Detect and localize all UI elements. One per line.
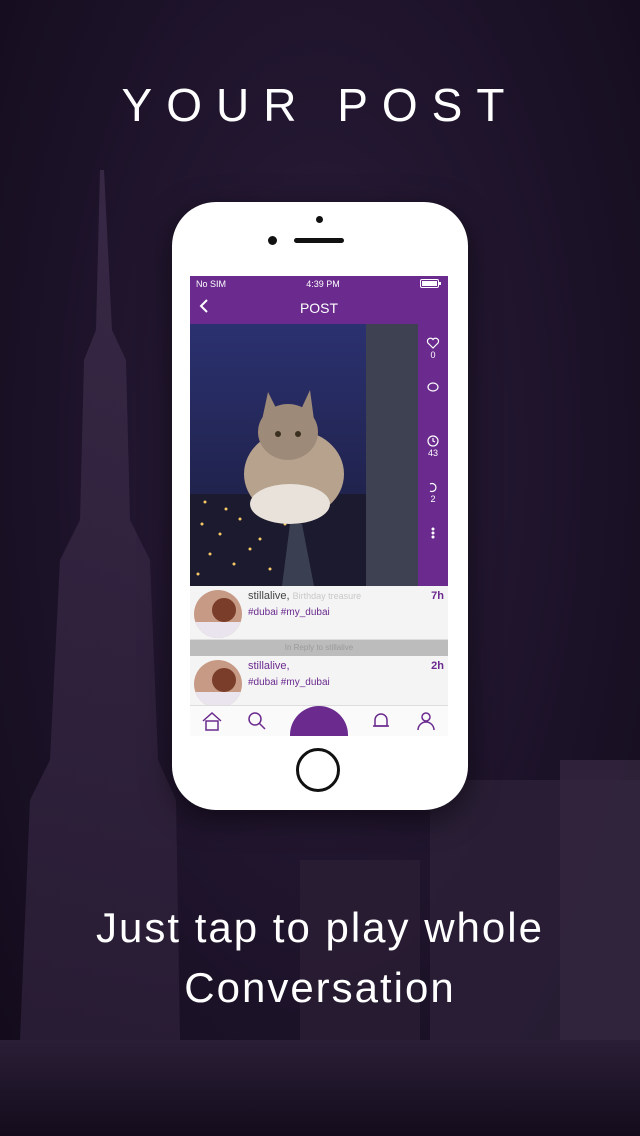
like-action[interactable]: 0: [426, 336, 440, 360]
reply-action[interactable]: 2: [426, 480, 440, 504]
tagline-line-1: Just tap to play whole: [96, 904, 544, 951]
post-image[interactable]: [190, 324, 418, 586]
record-icon[interactable]: [289, 706, 348, 736]
tagline: Just tap to play whole Conversation: [0, 898, 640, 1018]
comment-action[interactable]: [426, 380, 440, 394]
tagline-line-2: Conversation: [184, 964, 456, 1011]
home-button[interactable]: [296, 748, 340, 792]
like-count: 0: [430, 350, 436, 360]
comment-item[interactable]: stillalive, Birthday treasure 7h #dubai …: [190, 586, 448, 640]
reply-count: 2: [430, 494, 436, 504]
comment-time: 7h: [431, 590, 444, 602]
comment-username[interactable]: stillalive,: [248, 660, 290, 672]
action-rail: 0 43 2: [418, 324, 448, 586]
nav-bar: POST: [190, 292, 448, 324]
home-icon[interactable]: [201, 710, 223, 732]
comment-icon: [427, 382, 439, 392]
more-icon: [431, 527, 435, 539]
post-media[interactable]: 0 43 2: [190, 324, 448, 586]
app-screen: No SIM 4:39 PM POST 0 43 2 stillalive, B…: [190, 276, 448, 736]
comment-hashtags[interactable]: #dubai #my_dubai: [248, 607, 444, 618]
tab-bar: [190, 705, 448, 736]
reply-icon: [429, 482, 437, 493]
avatar[interactable]: [194, 590, 242, 638]
views-action[interactable]: 43: [426, 434, 440, 458]
time-label: 4:39 PM: [306, 279, 340, 289]
history-icon: [427, 435, 439, 447]
battery-icon: [419, 278, 442, 290]
comment-hashtags[interactable]: #dubai #my_dubai: [248, 677, 444, 688]
front-camera: [268, 236, 277, 245]
page-title: POST: [299, 300, 339, 316]
more-action[interactable]: [426, 526, 440, 540]
heart-icon: [426, 337, 440, 349]
profile-icon[interactable]: [415, 710, 437, 732]
comment-username[interactable]: stillalive,: [248, 590, 290, 602]
comment-time: 2h: [431, 660, 444, 672]
phone-mockup: No SIM 4:39 PM POST 0 43 2 stillalive, B…: [172, 202, 468, 810]
comment-item[interactable]: stillalive, 2h #dubai #my_dubai: [190, 656, 448, 710]
avatar[interactable]: [194, 660, 242, 708]
carrier-label: No SIM: [196, 279, 227, 289]
comment-subtitle: Birthday treasure: [292, 591, 362, 601]
headline: YOUR POST: [121, 79, 519, 131]
camera-dot: [316, 216, 323, 223]
reply-bar: In Reply to stillalive: [190, 640, 448, 656]
status-bar: No SIM 4:39 PM: [190, 276, 448, 292]
bell-icon[interactable]: [370, 710, 392, 732]
views-count: 43: [427, 448, 438, 458]
chevron-left-icon[interactable]: [198, 298, 210, 319]
speaker-grille: [294, 238, 344, 243]
search-icon[interactable]: [246, 710, 268, 732]
